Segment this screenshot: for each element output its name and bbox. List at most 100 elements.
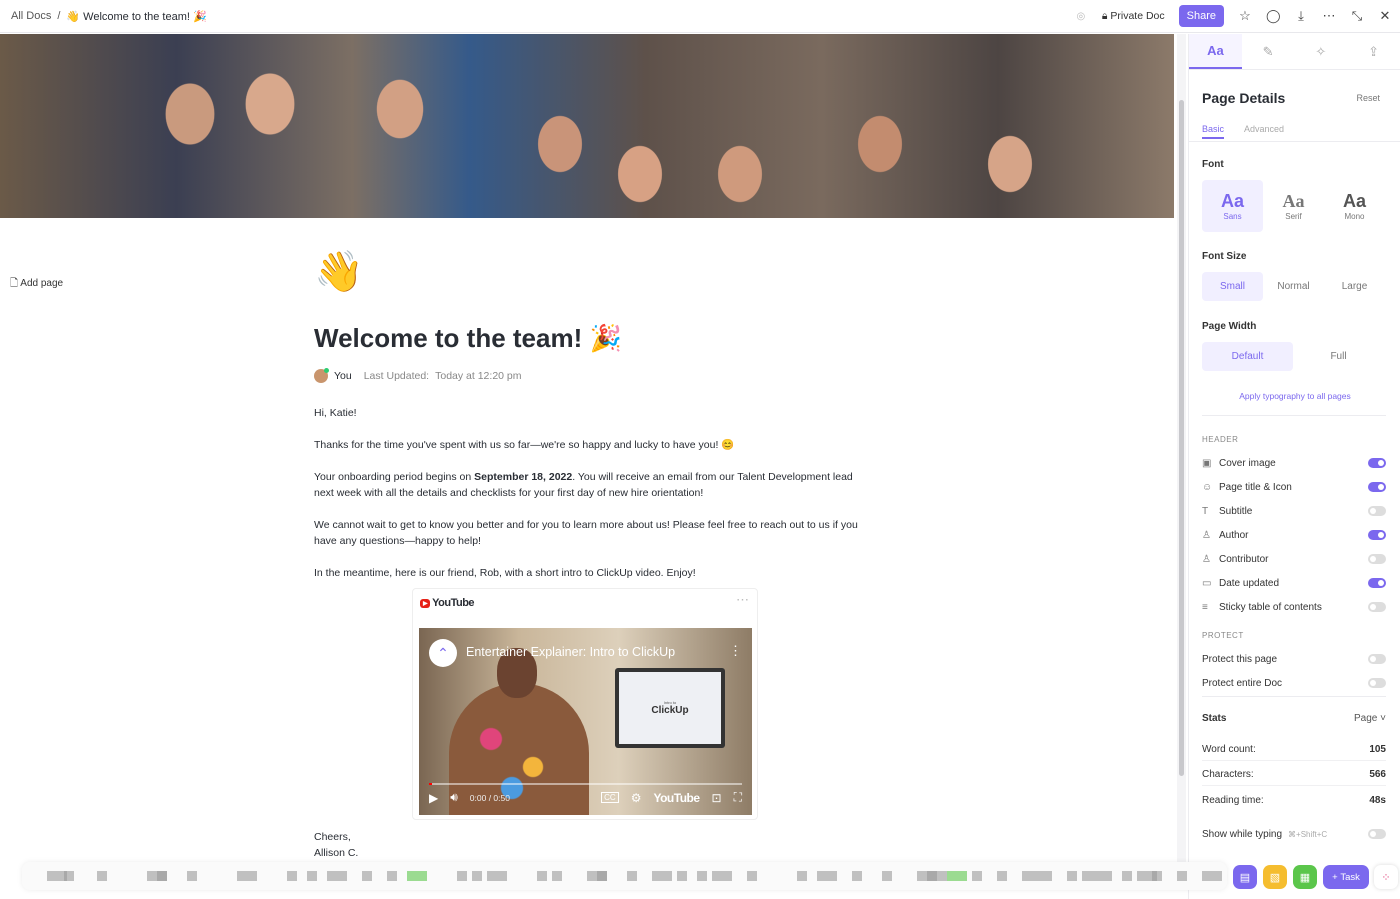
tab-ai[interactable]: ✧ xyxy=(1295,34,1348,69)
page-title[interactable]: Welcome to the team! 🎉 xyxy=(314,323,622,354)
updated-value: Today at 12:20 pm xyxy=(435,370,522,382)
protect-page-row: Protect this page xyxy=(1202,651,1386,667)
private-doc-button[interactable]: 🔒︎ Private Doc xyxy=(1102,10,1165,23)
font-serif[interactable]: Aa Serif xyxy=(1263,180,1324,232)
apps-icon[interactable]: ⁘ xyxy=(1374,865,1398,889)
toggle[interactable] xyxy=(1368,554,1386,564)
settings-icon[interactable]: ⚙ xyxy=(631,791,642,805)
toggle[interactable] xyxy=(1368,482,1386,492)
blurred-toolbar-item xyxy=(1042,871,1052,881)
download-icon[interactable]: ⤓ xyxy=(1294,8,1308,24)
tab-export[interactable]: ⇪ xyxy=(1347,34,1400,69)
calendar-button[interactable]: ▦ xyxy=(1293,865,1317,889)
toggle[interactable] xyxy=(1368,458,1386,468)
show-while-typing-toggle[interactable] xyxy=(1368,829,1386,839)
width-full[interactable]: Full xyxy=(1293,342,1384,371)
size-small[interactable]: Small xyxy=(1202,272,1263,301)
blurred-toolbar-item xyxy=(407,871,427,881)
video-title[interactable]: Entertainer Explainer: Intro to ClickUp xyxy=(466,645,675,659)
toggle[interactable] xyxy=(1368,602,1386,612)
paragraph-4: In the meantime, here is our friend, Rob… xyxy=(314,567,696,579)
calendar-icon: ▦ xyxy=(1299,871,1311,884)
toggle[interactable] xyxy=(1368,530,1386,540)
collapse-icon[interactable]: ⤡ xyxy=(1350,8,1364,24)
header-row-contributor: ♙ Contributor xyxy=(1202,551,1386,567)
sparkle-icon: ✧ xyxy=(1315,43,1327,59)
breadcrumb-all-docs[interactable]: All Docs xyxy=(11,10,51,22)
greeting: Hi, Katie! xyxy=(314,407,357,419)
image-icon: ▣ xyxy=(1202,457,1212,469)
embed-more-icon[interactable]: ⋯ xyxy=(736,592,749,608)
scrollbar-thumb[interactable] xyxy=(1179,100,1184,776)
stats-scope-dropdown[interactable]: Page ˅ xyxy=(1354,713,1386,724)
protect-doc-row: Protect entire Doc xyxy=(1202,675,1386,691)
share-button[interactable]: Share xyxy=(1178,5,1224,27)
blurred-toolbar-item xyxy=(597,871,607,881)
breadcrumb-current-page[interactable]: 👋 Welcome to the team! 🎉 xyxy=(66,10,206,23)
toggle[interactable] xyxy=(1368,578,1386,588)
blurred-toolbar-item xyxy=(287,871,297,881)
blurred-toolbar-item xyxy=(677,871,687,881)
blurred-toolbar-item xyxy=(882,871,892,881)
volume-icon[interactable]: 🔊︎ xyxy=(450,790,458,805)
font-sans[interactable]: Aa Sans xyxy=(1202,180,1263,232)
docs-button[interactable]: ▤ xyxy=(1233,865,1257,889)
blurred-toolbar-item xyxy=(1202,871,1222,881)
play-icon[interactable]: ▶ xyxy=(429,791,438,805)
show-while-typing-row: Show while typing ⌘+Shift+C xyxy=(1202,826,1386,842)
tab-style[interactable]: ✎ xyxy=(1242,34,1295,69)
youtube-logo-icon: ▶ xyxy=(420,598,431,608)
close-icon[interactable]: ✕ xyxy=(1378,8,1392,24)
protect-page-toggle[interactable] xyxy=(1368,654,1386,664)
header-row-cover-image: ▣ Cover image xyxy=(1202,455,1386,471)
blurred-toolbar-item xyxy=(537,871,547,881)
closing: Cheers, xyxy=(314,831,351,843)
video-player[interactable]: Intro to ClickUp ⌃ Entertainer Explainer… xyxy=(419,628,752,815)
blurred-toolbar-item xyxy=(387,871,397,881)
bottom-toolbar-blurred xyxy=(22,862,1227,890)
reset-button[interactable]: Reset xyxy=(1356,93,1380,103)
size-normal[interactable]: Normal xyxy=(1263,272,1324,301)
cast-icon[interactable]: ⊡ xyxy=(712,791,722,805)
blurred-toolbar-item xyxy=(627,871,637,881)
page-icon-emoji[interactable]: 👋 xyxy=(314,248,364,295)
more-icon[interactable]: ⋯ xyxy=(1322,8,1336,24)
provider-label: YouTube xyxy=(432,597,475,609)
blurred-toolbar-item xyxy=(697,871,707,881)
add-page-button[interactable]: 🗋 Add page xyxy=(10,276,63,293)
blurred-toolbar-item xyxy=(187,871,197,881)
new-task-button[interactable]: + Task xyxy=(1323,865,1369,889)
width-default[interactable]: Default xyxy=(1202,342,1293,371)
fullscreen-icon[interactable]: ⛶ xyxy=(734,790,742,805)
blurred-toolbar-item xyxy=(1152,871,1162,881)
comment-icon[interactable]: ◯ xyxy=(1266,8,1281,24)
apply-typography-link[interactable]: Apply typography to all pages xyxy=(1189,391,1400,401)
protect-doc-toggle[interactable] xyxy=(1368,678,1386,688)
clickup-channel-icon[interactable]: ⌃ xyxy=(429,639,457,667)
tab-typography[interactable]: Aa xyxy=(1189,34,1242,69)
calendar-icon: ▭ xyxy=(1202,577,1212,589)
size-large[interactable]: Large xyxy=(1324,272,1385,301)
protect-caption: PROTECT xyxy=(1202,631,1244,640)
youtube-watch-button[interactable]: YouTube xyxy=(653,791,700,805)
monitor: Intro to ClickUp xyxy=(615,668,725,748)
video-progress[interactable] xyxy=(429,783,742,785)
youtube-provider: ▶ YouTube xyxy=(420,597,475,609)
notes-button[interactable]: ▧ xyxy=(1263,865,1287,889)
font-mono[interactable]: Aa Mono xyxy=(1324,180,1385,232)
blurred-toolbar-item xyxy=(1122,871,1132,881)
tag-icon[interactable]: ◎ xyxy=(1074,11,1088,22)
subtab-advanced[interactable]: Advanced xyxy=(1244,124,1284,134)
blurred-toolbar-item xyxy=(157,871,167,881)
avatar[interactable] xyxy=(314,368,329,383)
star-icon[interactable]: ☆ xyxy=(1238,8,1252,24)
blurred-toolbar-item xyxy=(1067,871,1077,881)
page-icon: 🗋 xyxy=(10,278,19,289)
header-caption: HEADER xyxy=(1202,435,1239,444)
video-menu-icon[interactable]: ⋮ xyxy=(729,643,742,659)
captions-icon[interactable]: CC xyxy=(601,792,619,803)
subtab-basic[interactable]: Basic xyxy=(1202,124,1225,139)
note-icon: ▧ xyxy=(1269,871,1281,884)
toggle[interactable] xyxy=(1368,506,1386,516)
blurred-toolbar-item xyxy=(64,871,74,881)
